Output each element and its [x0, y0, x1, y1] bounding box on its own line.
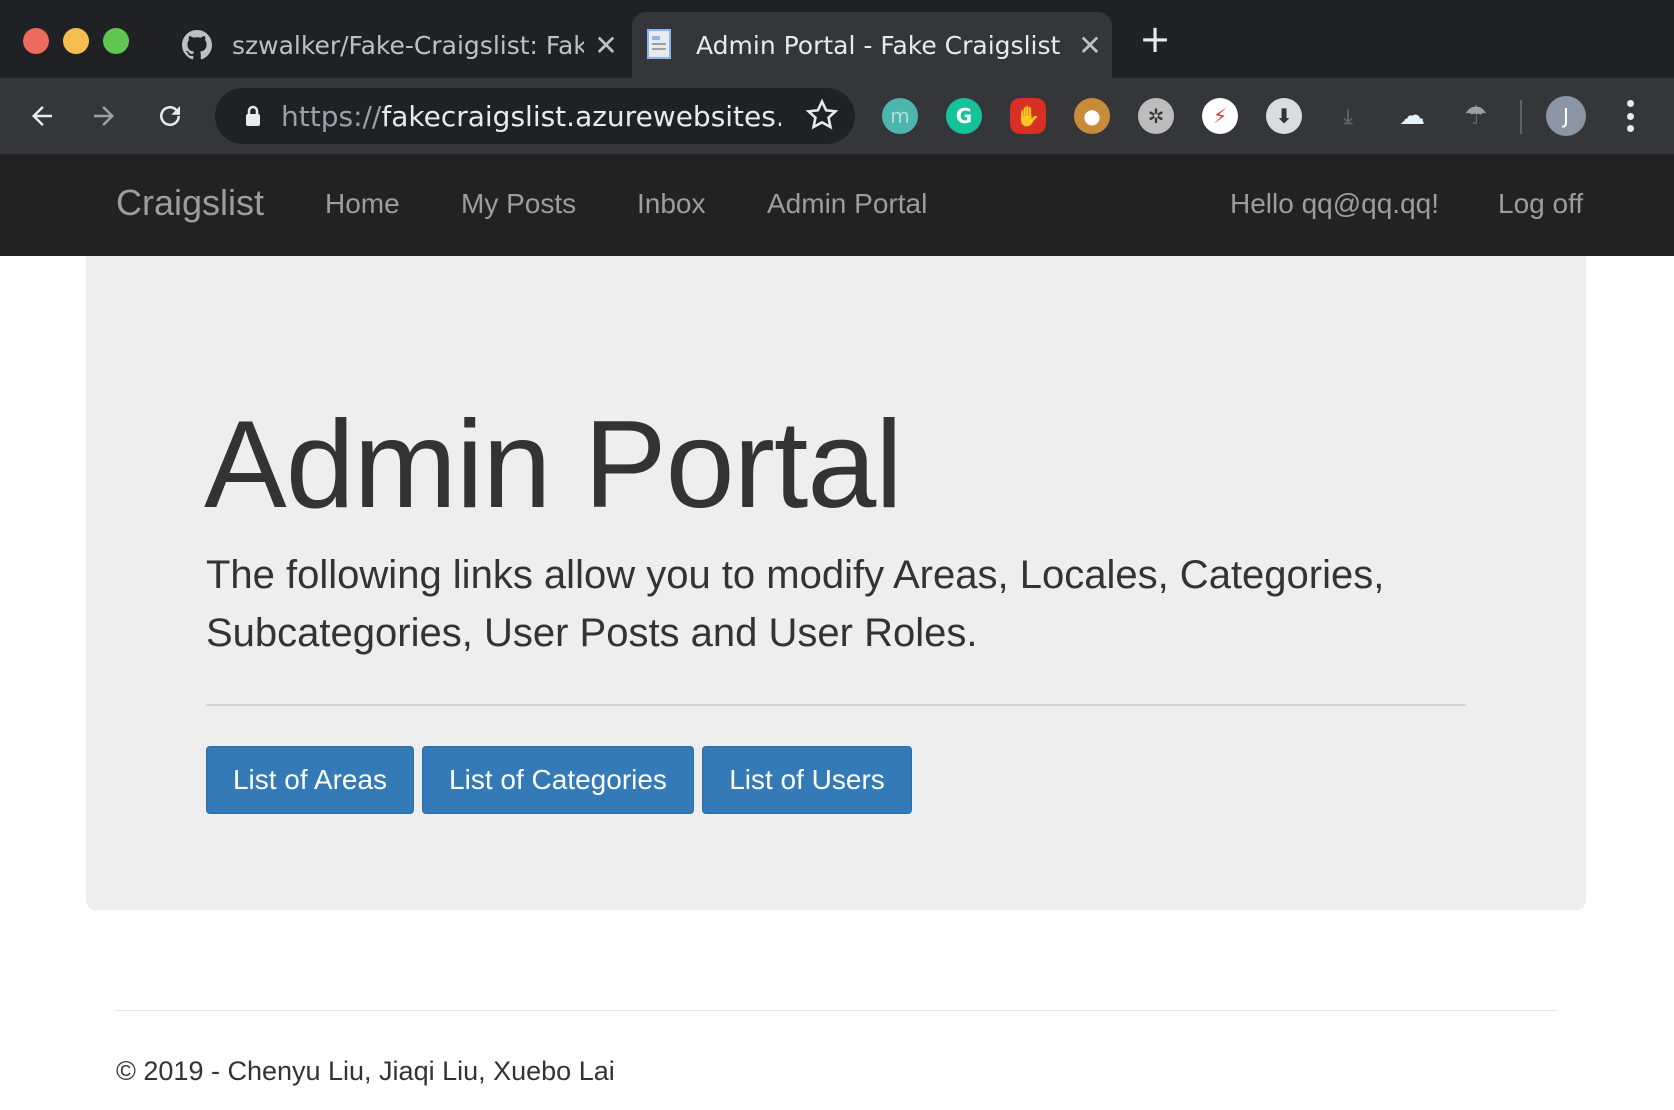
lock-icon [239, 105, 267, 127]
parachute-icon[interactable]: ☂ [1458, 98, 1494, 134]
browser-tab-github[interactable]: szwalker/Fake-Craigslist: Fake ✕ [168, 12, 628, 78]
address-bar[interactable]: https://fakecraigslist.azurewebsites... [215, 88, 855, 144]
nav-link-log-off[interactable]: Log off [1498, 188, 1583, 220]
toolbar-divider [1520, 100, 1522, 134]
nav-link-user-greeting[interactable]: Hello qq@qq.qq! [1230, 188, 1439, 220]
close-icon[interactable]: ✕ [1068, 29, 1112, 62]
cloud-icon[interactable]: ☁ [1394, 98, 1430, 134]
close-icon[interactable]: ✕ [584, 29, 628, 62]
brand-link[interactable]: Craigslist [116, 182, 264, 224]
download-icon[interactable]: ⤓ [1330, 98, 1366, 134]
adblock-hand-icon[interactable]: ✋ [1010, 98, 1046, 134]
nav-link-home[interactable]: Home [325, 188, 400, 220]
jumbotron: Admin Portal The following links allow y… [86, 256, 1586, 910]
list-of-users-button[interactable]: List of Users [702, 746, 912, 814]
grammarly-icon[interactable]: G [946, 98, 982, 134]
browser-toolbar: https://fakecraigslist.azurewebsites... … [0, 78, 1674, 154]
footer-divider [116, 1010, 1556, 1011]
cookie-icon[interactable]: ● [1074, 98, 1110, 134]
window-maximize-button[interactable] [103, 28, 129, 54]
footer-copyright: © 2019 - Chenyu Liu, Jiaqi Liu, Xuebo La… [116, 1056, 615, 1086]
extension-m-icon[interactable]: m [882, 98, 918, 134]
site-navbar: Craigslist Home My Posts Inbox Admin Por… [0, 154, 1674, 256]
nav-link-my-posts[interactable]: My Posts [461, 188, 576, 220]
nav-link-inbox[interactable]: Inbox [637, 188, 706, 220]
bookmark-star-icon[interactable] [805, 98, 839, 137]
window-minimize-button[interactable] [63, 28, 89, 54]
profile-avatar[interactable]: J [1546, 96, 1586, 136]
browser-tab-bar: szwalker/Fake-Craigslist: Fake ✕ Admin P… [0, 0, 1674, 78]
lead-text: The following links allow you to modify … [206, 553, 1385, 655]
nav-link-admin-portal[interactable]: Admin Portal [767, 188, 927, 220]
forward-arrow-icon[interactable] [80, 92, 128, 140]
more-menu-icon[interactable] [1620, 96, 1640, 136]
url-text: https://fakecraigslist.azurewebsites... [281, 99, 781, 133]
film-reel-icon[interactable]: ✲ [1138, 98, 1174, 134]
window-close-button[interactable] [23, 28, 49, 54]
divider [206, 704, 1466, 706]
back-arrow-icon[interactable] [18, 92, 66, 140]
github-icon [180, 28, 214, 62]
lightning-icon[interactable]: ⚡ [1202, 98, 1238, 134]
page-title: Admin Portal [204, 396, 903, 534]
list-of-areas-button[interactable]: List of Areas [206, 746, 414, 814]
tab-title: szwalker/Fake-Craigslist: Fake [232, 30, 584, 60]
browser-tab-admin-portal[interactable]: Admin Portal - Fake Craigslist ✕ [632, 12, 1112, 78]
new-tab-plus-icon[interactable]: + [1137, 20, 1173, 58]
reload-icon[interactable] [146, 92, 194, 140]
list-of-categories-button[interactable]: List of Categories [422, 746, 694, 814]
document-icon [644, 28, 678, 62]
tab-title: Admin Portal - Fake Craigslist [696, 30, 1061, 60]
download-circle-icon[interactable]: ⬇ [1266, 98, 1302, 134]
